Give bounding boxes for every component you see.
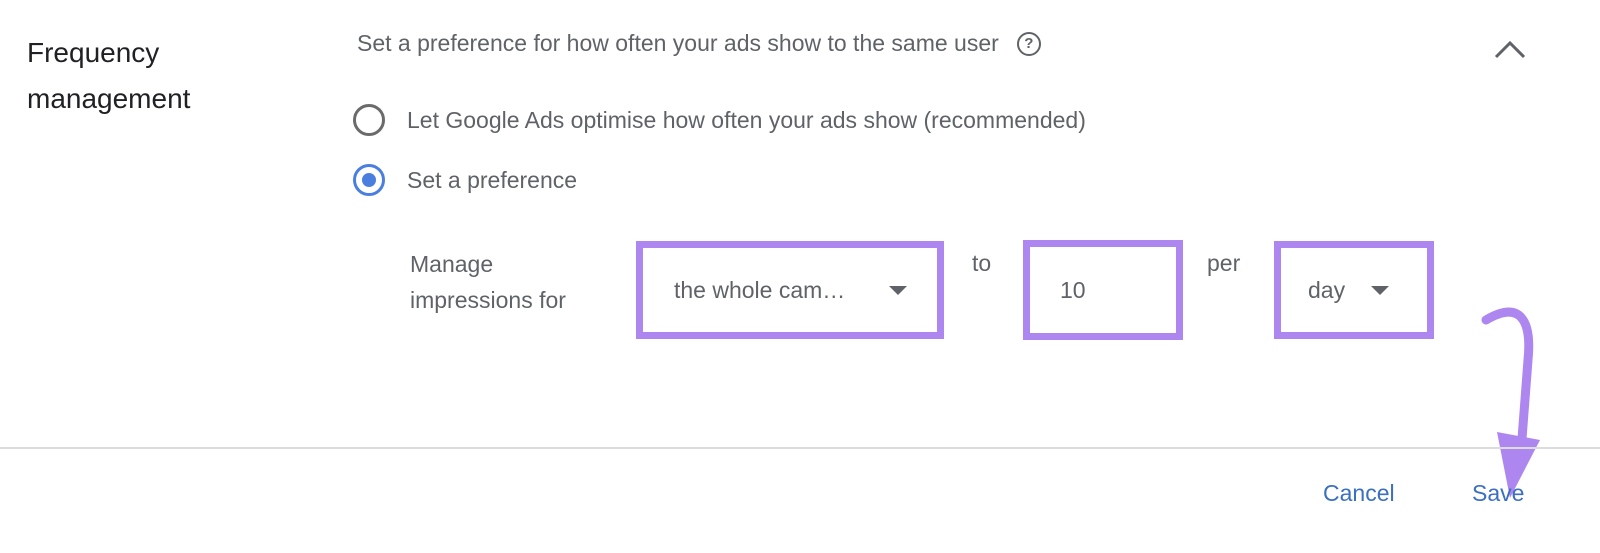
footer-divider (0, 447, 1600, 449)
help-circle-icon[interactable]: ? (1016, 31, 1041, 56)
section-title-line2: management (27, 83, 191, 114)
radio-option-set-preference[interactable]: Set a preference (353, 164, 577, 196)
section-title-line1: Frequency (27, 37, 160, 68)
collapse-button[interactable] (1490, 30, 1530, 70)
period-dropdown[interactable]: day (1274, 241, 1434, 339)
section-title: Frequency management (27, 30, 190, 122)
radio-label: Let Google Ads optimise how often your a… (407, 106, 1086, 133)
manage-label-line2: impressions for (410, 287, 566, 313)
scope-value: the whole cam… (674, 276, 846, 303)
radio-button-unchecked[interactable] (353, 104, 385, 136)
count-value: 10 (1060, 276, 1086, 303)
manage-label-line1: Manage (410, 251, 494, 277)
chevron-up-icon (1494, 40, 1526, 59)
dropdown-arrow-icon (1371, 285, 1389, 295)
per-label: per (1207, 250, 1241, 276)
save-button[interactable]: Save (1472, 480, 1524, 507)
to-label: to (972, 250, 992, 276)
radio-label: Set a preference (407, 166, 578, 193)
manage-impressions-label: Manage impressions for (410, 246, 566, 318)
impressions-count-input[interactable]: 10 (1023, 240, 1183, 340)
description-text: Set a preference for how often your ads … (357, 30, 999, 56)
period-value: day (1308, 276, 1346, 303)
radio-option-optimise[interactable]: Let Google Ads optimise how often your a… (353, 104, 1086, 136)
radio-button-checked[interactable] (353, 164, 385, 196)
scope-dropdown[interactable]: the whole cam… (636, 241, 944, 339)
section-description: Set a preference for how often your ads … (357, 30, 1041, 57)
dropdown-arrow-icon (889, 285, 907, 295)
cancel-button[interactable]: Cancel (1323, 480, 1395, 507)
